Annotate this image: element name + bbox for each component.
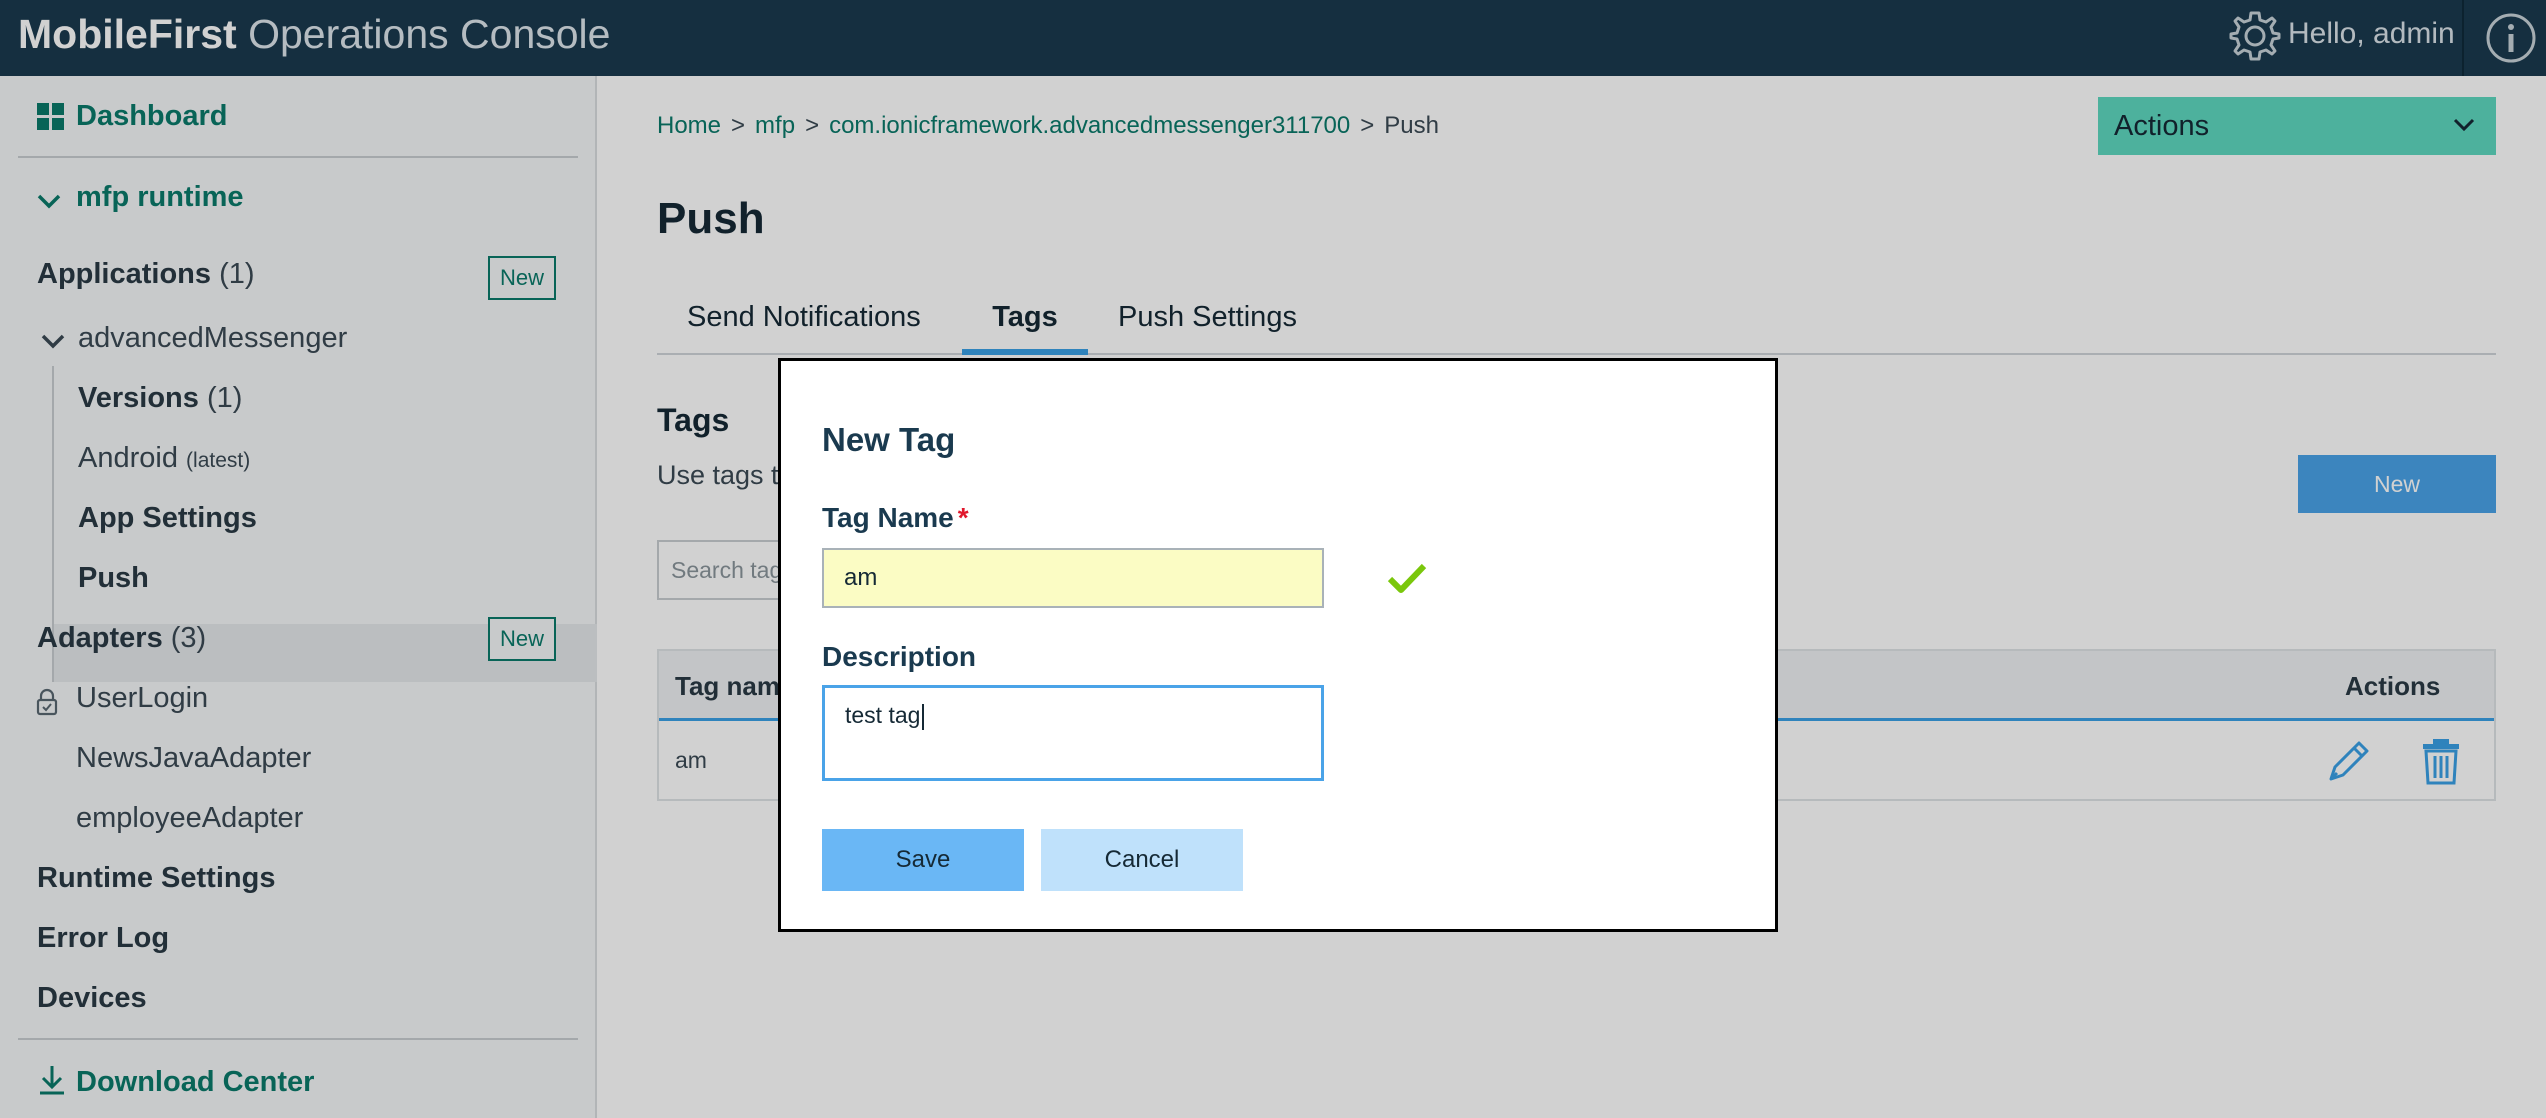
new-tag-dialog: New Tag Tag Name * am Description test ta… [778,358,1778,932]
cancel-button[interactable]: Cancel [1041,829,1243,891]
tag-name-input[interactable]: am [822,548,1324,608]
save-button[interactable]: Save [822,829,1024,891]
tag-name-label-text: Tag Name [822,502,954,533]
checkmark-icon [1387,563,1427,593]
required-marker: * [957,502,969,533]
description-label: Description [822,641,977,672]
text-caret [922,703,925,730]
description-textarea[interactable]: test tag [822,685,1324,781]
tag-name-label: Tag Name * [822,502,969,534]
description-text: test tag [845,702,921,728]
dialog-title: New Tag [822,421,956,458]
